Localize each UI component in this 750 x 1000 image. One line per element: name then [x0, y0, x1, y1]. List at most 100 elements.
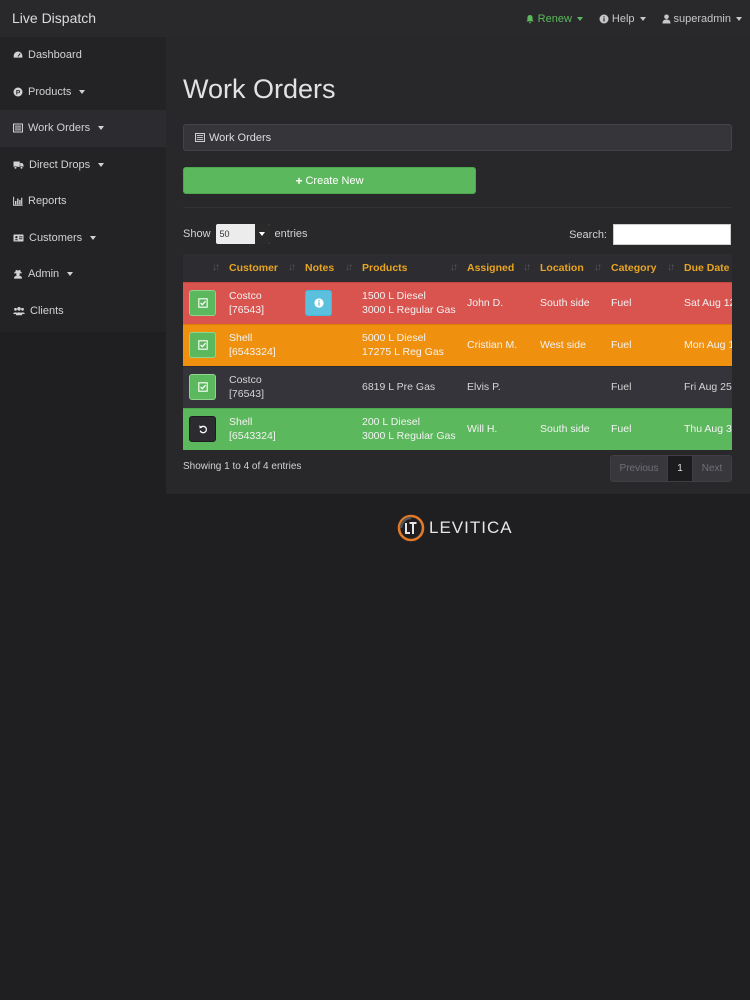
plus-icon: +: [295, 173, 303, 188]
bell-icon: [526, 14, 534, 23]
sidebar-item-label: Work Orders: [28, 122, 91, 135]
previous-page-button[interactable]: Previous: [611, 456, 668, 481]
sort-icon: ↓↑: [345, 262, 353, 273]
sidebar-item-customers[interactable]: Customers: [0, 220, 166, 257]
table-row[interactable]: Shell [6543324] 5000 L Diesel 17275 L Reg …: [183, 324, 732, 366]
due-date-cell: Mon Aug 1: [684, 339, 732, 351]
chevron-down-icon: [639, 16, 646, 21]
sidebar-item-label: Dashboard: [28, 49, 82, 62]
complete-button[interactable]: [189, 290, 216, 316]
page-title: Work Orders: [183, 74, 336, 104]
table-info: Showing 1 to 4 of 4 entries: [183, 461, 302, 472]
action-cell: [183, 282, 224, 324]
info-circle-icon: [599, 14, 609, 23]
breadcrumb-label: Work Orders: [209, 131, 272, 144]
page-1-button[interactable]: 1: [668, 456, 693, 481]
chevron-down-icon: [576, 16, 583, 21]
chevron-down-icon: [98, 162, 105, 167]
divider: [183, 207, 732, 208]
products-cell: 200 L Diesel 3000 L Regular Gas: [362, 416, 456, 443]
sidebar-item-reports[interactable]: Reports: [0, 183, 166, 220]
table-row[interactable]: Shell [6543324] 200 L Diesel 3000 L Regula…: [183, 408, 732, 450]
navbar-right: Renew Help superadmin: [517, 0, 750, 37]
sidebar-item-clients[interactable]: Clients: [0, 293, 166, 330]
column-header-due-date[interactable]: Due Date: [679, 254, 732, 282]
top-navbar: Live Dispatch Renew Help superadmin: [0, 0, 750, 37]
help-menu[interactable]: Help: [591, 13, 654, 25]
sort-icon: ↓↑: [523, 262, 531, 273]
complete-button[interactable]: [189, 374, 216, 400]
sidebar-item-label: Admin: [28, 268, 60, 281]
location-cell: South side: [540, 423, 590, 436]
column-header-location[interactable]: Location ↓↑: [535, 254, 606, 282]
sidebar-item-work-orders[interactable]: Work Orders: [0, 110, 166, 147]
sort-icon: ↓↑: [212, 262, 220, 273]
undo-button[interactable]: [189, 416, 216, 443]
truck-icon: [13, 161, 24, 170]
column-header-products[interactable]: Products ↓↑: [357, 254, 462, 282]
create-new-button[interactable]: + Create New: [183, 167, 476, 194]
sidebar-item-label: Clients: [30, 304, 64, 317]
table-row[interactable]: Costco [76543] 1500 L Diesel 3000 L Regula…: [183, 282, 732, 324]
work-orders-table-wrapper: ↓↑ Customer ↓↑ Notes ↓↑ Products ↓↑ Assigne…: [183, 254, 732, 450]
svg-text:P: P: [16, 89, 21, 96]
user-icon: [662, 14, 671, 23]
view-notes-button[interactable]: [305, 290, 332, 316]
sidebar-item-label: Reports: [28, 195, 67, 208]
main-panel: Work Orders Work Orders + Create New Sho…: [166, 37, 750, 494]
category-cell: Fuel: [611, 339, 632, 351]
due-date-cell: Sat Aug 12: [684, 297, 732, 309]
category-cell: Fuel: [611, 297, 632, 309]
work-orders-table: ↓↑ Customer ↓↑ Notes ↓↑ Products ↓↑ Assigne…: [183, 254, 732, 450]
sidebar-item-products[interactable]: P Products: [0, 74, 166, 111]
search-control: Search:: [569, 224, 731, 245]
table-row[interactable]: Costco [76543] 6819 L Pre Gas Elvis P. Fu…: [183, 366, 732, 408]
products-cell: 6819 L Pre Gas: [362, 381, 436, 393]
location-cell: West side: [540, 339, 586, 351]
column-header-customer[interactable]: Customer ↓↑: [224, 254, 300, 282]
sidebar-item-dashboard[interactable]: Dashboard: [0, 37, 166, 74]
customer-cell: Costco [76543]: [229, 374, 265, 400]
assigned-cell: Cristian M.: [467, 339, 518, 351]
page-length-select[interactable]: 50: [215, 224, 270, 244]
info-circle-icon: [313, 298, 324, 308]
column-header-notes[interactable]: Notes ↓↑: [300, 254, 357, 282]
sort-icon: ↓↑: [667, 262, 675, 273]
show-label: Show: [183, 228, 211, 240]
column-header-category[interactable]: Category ↓↑: [606, 254, 679, 282]
undo-icon: [198, 425, 207, 434]
complete-button[interactable]: [189, 332, 216, 358]
table-header-row: ↓↑ Customer ↓↑ Notes ↓↑ Products ↓↑ Assigne…: [183, 254, 732, 282]
levitica-logo-icon: [397, 514, 425, 542]
sidebar-item-admin[interactable]: Admin: [0, 256, 166, 293]
assigned-cell: Elvis P.: [467, 381, 501, 393]
check-square-icon: [197, 382, 208, 392]
logo-text: LEVITICA: [429, 518, 513, 537]
next-page-button[interactable]: Next: [693, 456, 731, 481]
sort-icon: ↓↑: [450, 262, 458, 273]
customer-cell: Costco [76543]: [229, 290, 265, 316]
sidebar-item-direct-drops[interactable]: Direct Drops: [0, 147, 166, 184]
user-label: superadmin: [673, 12, 731, 25]
sidebar: Dashboard P Products Work Orders Direct …: [0, 37, 166, 332]
id-card-icon: [13, 234, 24, 242]
sidebar-item-label: Customers: [29, 231, 83, 244]
action-cell: [183, 408, 224, 450]
help-label: Help: [611, 12, 635, 25]
renew-label: Renew: [537, 12, 572, 25]
product-icon: P: [13, 87, 23, 97]
brand-title[interactable]: Live Dispatch: [12, 10, 96, 26]
breadcrumb: Work Orders: [183, 124, 732, 151]
column-header-action[interactable]: ↓↑: [183, 254, 224, 282]
user-menu[interactable]: superadmin: [654, 13, 750, 25]
renew-menu[interactable]: Renew: [517, 13, 591, 25]
customer-cell: Shell [6543324]: [229, 332, 276, 358]
notes-cell: [300, 324, 357, 366]
chevron-down-icon: [254, 224, 270, 244]
search-input[interactable]: [613, 224, 731, 245]
column-header-assigned[interactable]: Assigned ↓↑: [462, 254, 535, 282]
category-cell: Fuel: [611, 423, 632, 436]
pagination: Previous 1 Next: [610, 455, 732, 482]
check-square-icon: [197, 340, 208, 350]
sidebar-item-label: Direct Drops: [29, 158, 91, 171]
